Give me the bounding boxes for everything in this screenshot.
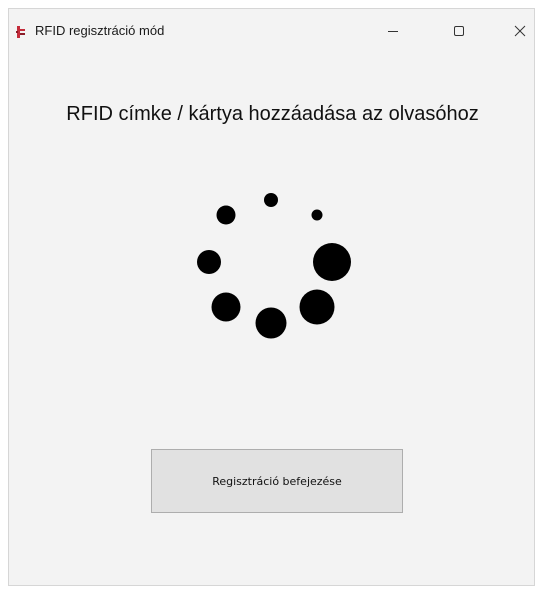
minimize-button[interactable] bbox=[370, 9, 416, 53]
spinner-dot bbox=[311, 209, 323, 221]
window-title: RFID regisztráció mód bbox=[35, 23, 165, 38]
spinner-dot bbox=[313, 243, 351, 281]
maximize-button[interactable] bbox=[436, 9, 482, 53]
finish-registration-button[interactable]: Regisztráció befejezése bbox=[151, 449, 403, 513]
spinner-dot bbox=[197, 250, 221, 274]
loading-spinner bbox=[197, 193, 351, 339]
spinner-dot bbox=[299, 289, 335, 325]
app-window: RFID regisztráció mód RFID címke / kárty… bbox=[8, 8, 535, 586]
page-heading: RFID címke / kártya hozzáadása az olvasó… bbox=[66, 103, 479, 125]
spinner-dot bbox=[264, 193, 278, 207]
maximize-icon bbox=[454, 26, 464, 36]
spinner-dot bbox=[255, 307, 287, 339]
spinner-dot bbox=[211, 292, 241, 322]
rfid-app-icon bbox=[16, 26, 25, 38]
title-bar[interactable]: RFID regisztráció mód bbox=[9, 9, 534, 53]
minimize-icon bbox=[388, 31, 398, 32]
spinner-dot bbox=[216, 205, 236, 225]
close-button[interactable] bbox=[497, 9, 543, 53]
close-icon bbox=[514, 25, 526, 37]
